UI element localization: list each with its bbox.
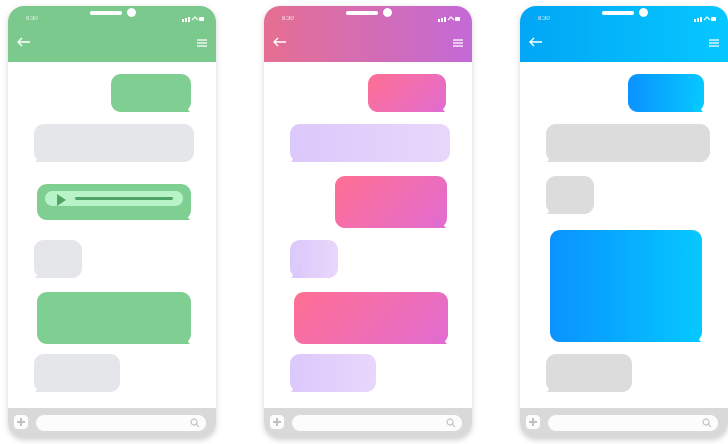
notch-pill <box>90 11 122 15</box>
message-bubble-outgoing <box>550 230 702 342</box>
camera-dot <box>639 8 648 17</box>
plus-icon[interactable] <box>526 415 540 429</box>
header-bar: 8:30 <box>8 6 216 62</box>
message-bubble-outgoing <box>628 74 704 112</box>
message-bubble-outgoing <box>335 176 447 228</box>
camera-dot <box>127 8 136 17</box>
message-input[interactable] <box>292 415 462 431</box>
message-bubble-incoming <box>546 354 632 392</box>
message-bubble-outgoing <box>368 74 446 112</box>
header-bar: 8:30 <box>264 6 472 62</box>
menu-icon[interactable] <box>452 38 464 48</box>
composer-bar <box>8 408 216 438</box>
play-icon[interactable] <box>57 194 66 206</box>
status-icons <box>438 16 460 22</box>
message-bubble-outgoing <box>111 74 191 112</box>
status-icons <box>182 16 204 22</box>
search-icon[interactable] <box>702 418 712 428</box>
message-bubble-incoming <box>290 124 450 162</box>
back-arrow-icon[interactable] <box>272 36 288 48</box>
message-bubble-outgoing <box>294 292 448 344</box>
message-bubble-incoming <box>546 124 710 162</box>
message-input[interactable] <box>548 415 718 431</box>
notch-pill <box>346 11 378 15</box>
message-bubble-incoming <box>34 354 120 392</box>
plus-icon[interactable] <box>270 415 284 429</box>
notch-pill <box>602 11 634 15</box>
message-bubble-incoming <box>290 240 338 278</box>
message-input[interactable] <box>36 415 206 431</box>
message-bubble-incoming <box>290 354 376 392</box>
chat-area <box>8 62 216 406</box>
audio-player[interactable] <box>45 191 183 206</box>
status-icons <box>694 16 716 22</box>
voice-message-bubble <box>37 184 191 220</box>
message-bubble-incoming <box>34 124 194 162</box>
search-icon[interactable] <box>190 418 200 428</box>
message-bubble-incoming <box>546 176 594 214</box>
chat-area <box>520 62 728 406</box>
header-bar: 8:30 <box>520 6 728 62</box>
chat-area <box>264 62 472 406</box>
phone-pink: 8:30 <box>264 6 472 438</box>
menu-icon[interactable] <box>196 38 208 48</box>
status-time: 8:30 <box>538 16 550 22</box>
status-time: 8:30 <box>282 16 294 22</box>
camera-dot <box>383 8 392 17</box>
composer-bar <box>264 408 472 438</box>
message-bubble-outgoing <box>37 292 191 344</box>
composer-bar <box>520 408 728 438</box>
plus-icon[interactable] <box>14 415 28 429</box>
search-icon[interactable] <box>446 418 456 428</box>
audio-progress <box>75 197 173 200</box>
message-bubble-incoming <box>34 240 82 278</box>
phone-blue: 8:30 <box>520 6 728 438</box>
back-arrow-icon[interactable] <box>16 36 32 48</box>
back-arrow-icon[interactable] <box>528 36 544 48</box>
status-time: 8:30 <box>26 16 38 22</box>
phone-green: 8:30 <box>8 6 216 438</box>
menu-icon[interactable] <box>708 38 720 48</box>
